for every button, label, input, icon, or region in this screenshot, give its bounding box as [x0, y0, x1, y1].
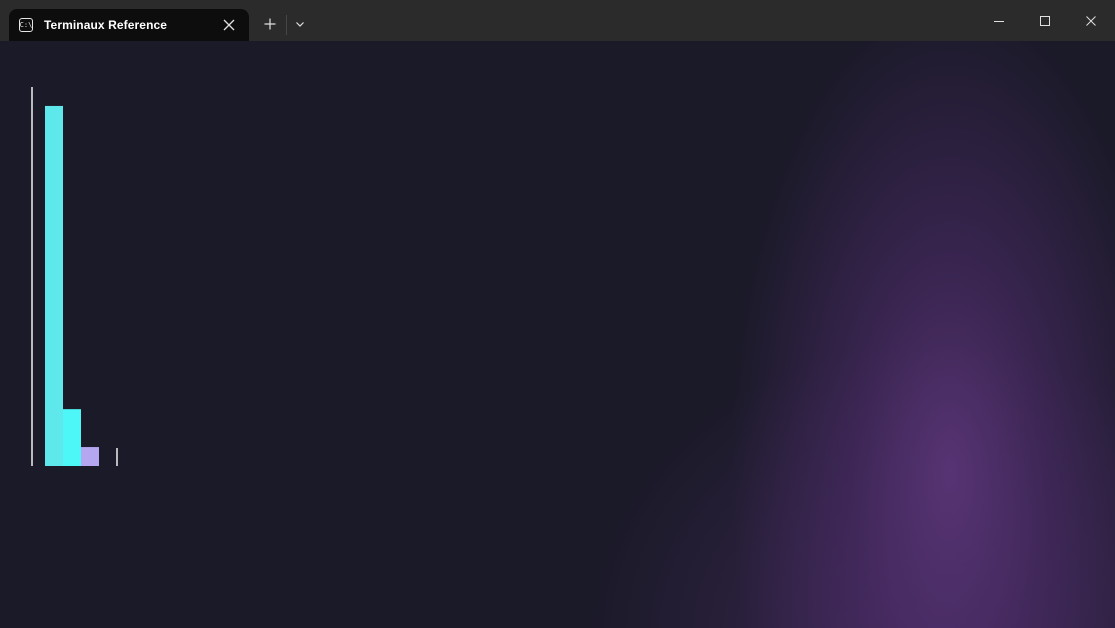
- tab-dropdown-button[interactable]: [290, 12, 310, 36]
- bar-1: [45, 105, 63, 466]
- close-window-button[interactable]: [1068, 0, 1114, 41]
- maximize-icon: [1040, 15, 1050, 26]
- bar-2: [63, 409, 81, 466]
- tab-terminaux-reference[interactable]: C:\ Terminaux Reference: [9, 9, 249, 41]
- plus-icon: [264, 18, 276, 30]
- tab-separator: [286, 15, 287, 35]
- bar-chart: [31, 87, 118, 466]
- close-icon: [1086, 15, 1096, 26]
- close-tab-icon[interactable]: [221, 17, 237, 33]
- terminal-content[interactable]: [0, 41, 1115, 628]
- new-tab-button[interactable]: [258, 12, 282, 36]
- title-bar: C:\ Terminaux Reference: [0, 0, 1115, 41]
- chevron-down-icon: [296, 22, 304, 27]
- tab-title: Terminaux Reference: [44, 18, 168, 32]
- minimize-icon: [994, 20, 1004, 22]
- bar-3: [81, 447, 99, 466]
- terminal-icon: C:\: [19, 18, 33, 32]
- maximize-button[interactable]: [1022, 0, 1068, 41]
- minimize-button[interactable]: [976, 0, 1022, 41]
